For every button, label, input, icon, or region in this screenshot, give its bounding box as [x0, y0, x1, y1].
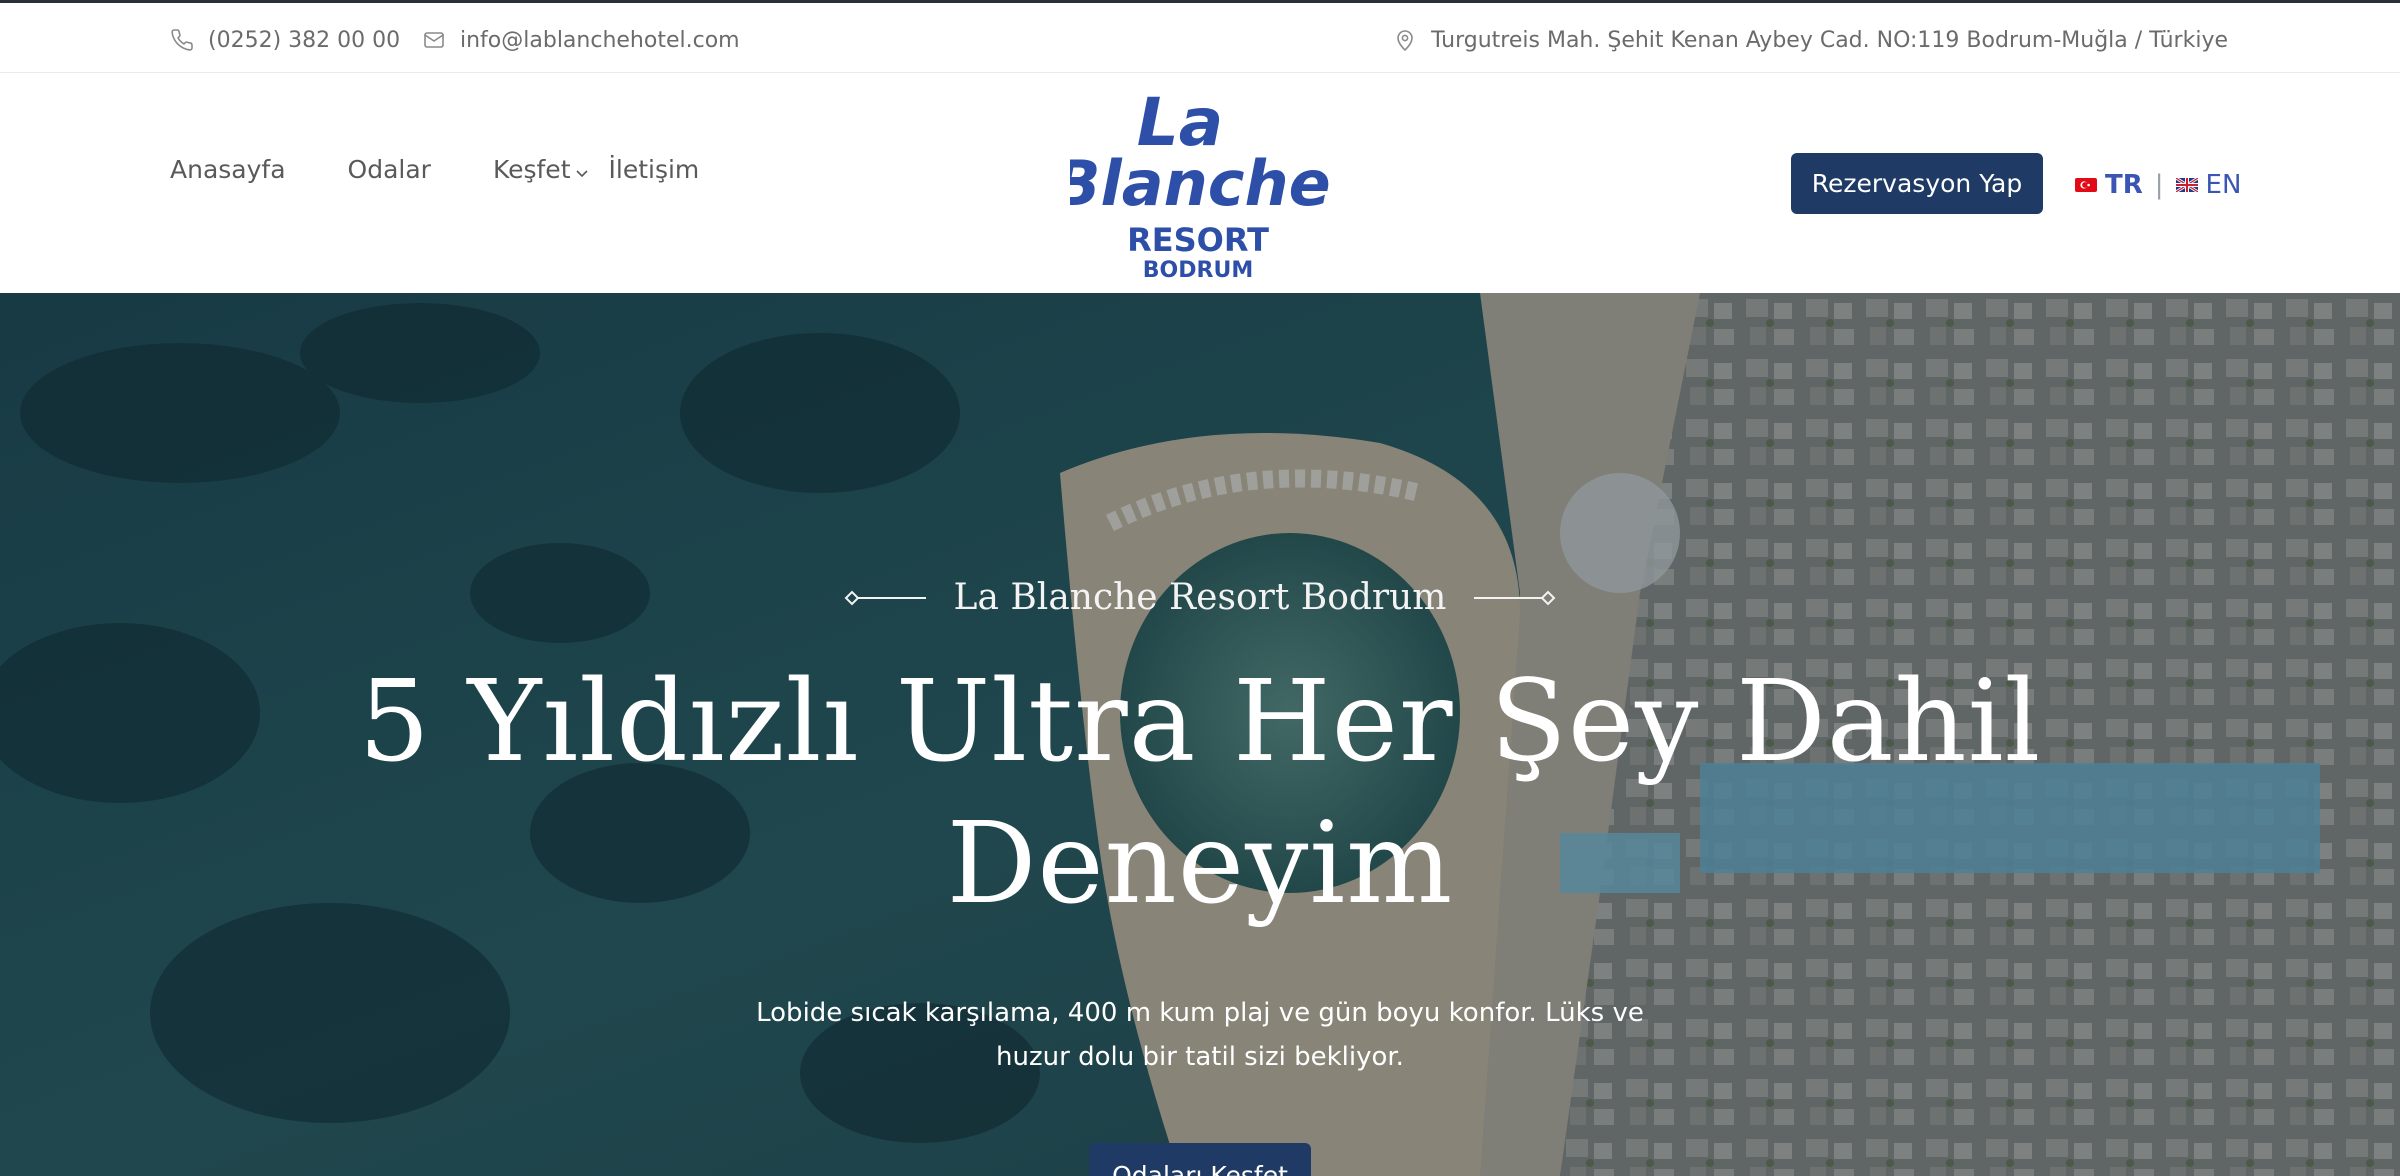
page: (0252) 382 00 00 info@lablanchehotel.com…: [0, 0, 2400, 1176]
lang-tr-label: TR: [2105, 170, 2143, 200]
lang-en-link[interactable]: EN: [2175, 170, 2242, 200]
lang-separator: |: [2154, 170, 2164, 200]
logo-line-bodrum: BODRUM: [1143, 258, 1253, 283]
address: Turgutreis Mah. Şehit Kenan Aybey Cad. N…: [1393, 25, 2228, 55]
phone-icon: [171, 29, 193, 51]
lang-tr-link[interactable]: TR: [2075, 170, 2143, 200]
uk-flag-icon: [2175, 178, 2198, 192]
hero-subtitle: Lobide sıcak karşılama, 400 m kum plaj v…: [756, 998, 1644, 1072]
phone-text: (0252) 382 00 00: [208, 27, 401, 53]
brand-logo[interactable]: La Blanche RESORT BODRUM: [1070, 83, 1330, 283]
reservation-button[interactable]: Rezervasyon Yap: [1791, 153, 2043, 214]
explore-rooms-button[interactable]: Odaları Keşfet: [1089, 1143, 1311, 1176]
language-switcher: TR | EN: [2075, 167, 2241, 203]
hero-eyebrow-text: La Blanche Resort Bodrum: [953, 577, 1447, 618]
email-text: info@lablanchehotel.com: [460, 27, 740, 53]
main-header: Anasayfa Odalar Keşfet İletişim La Blanc…: [0, 73, 2400, 293]
phone-link[interactable]: (0252) 382 00 00: [170, 25, 400, 55]
logo-line-resort: RESORT: [1127, 221, 1269, 259]
mail-icon: [424, 32, 444, 48]
ornament-left-icon: [844, 590, 926, 605]
hero-content: La Blanche Resort Bodrum 5 Yıldızlı Ultr…: [0, 293, 2400, 1176]
email-link[interactable]: info@lablanchehotel.com: [422, 25, 740, 55]
nav-item-label: Anasayfa: [170, 155, 286, 184]
nav-item-anasayfa[interactable]: Anasayfa: [170, 155, 286, 184]
nav-item-odalar[interactable]: Odalar: [348, 155, 431, 184]
main-nav: Anasayfa Odalar Keşfet İletişim: [170, 155, 761, 184]
nav-item-label: Keşfet: [492, 155, 571, 184]
location-pin-icon: [1397, 30, 1413, 51]
chevron-down-icon: [575, 169, 588, 177]
lang-en-label: EN: [2205, 170, 2242, 200]
hero-eyebrow: La Blanche Resort Bodrum: [0, 577, 2400, 618]
nav-item-kesfet[interactable]: Keşfet: [493, 155, 589, 184]
hero-section: La Blanche Resort Bodrum 5 Yıldızlı Ultr…: [0, 293, 2400, 1176]
turkey-flag-icon: [2075, 178, 2097, 192]
ornament-right-icon: [1474, 590, 1556, 605]
hero-title: 5 Yıldızlı Ultra Her Şey Dahil Deneyim: [358, 657, 2042, 929]
nav-item-label: Odalar: [347, 155, 431, 184]
logo-line-blanche: Blanche: [1070, 147, 1330, 220]
nav-item-label: İletişim: [608, 155, 700, 184]
address-text: Turgutreis Mah. Şehit Kenan Aybey Cad. N…: [1431, 27, 2228, 53]
top-bar: (0252) 382 00 00 info@lablanchehotel.com…: [0, 0, 2400, 73]
nav-item-iletisim[interactable]: İletişim: [609, 155, 700, 184]
